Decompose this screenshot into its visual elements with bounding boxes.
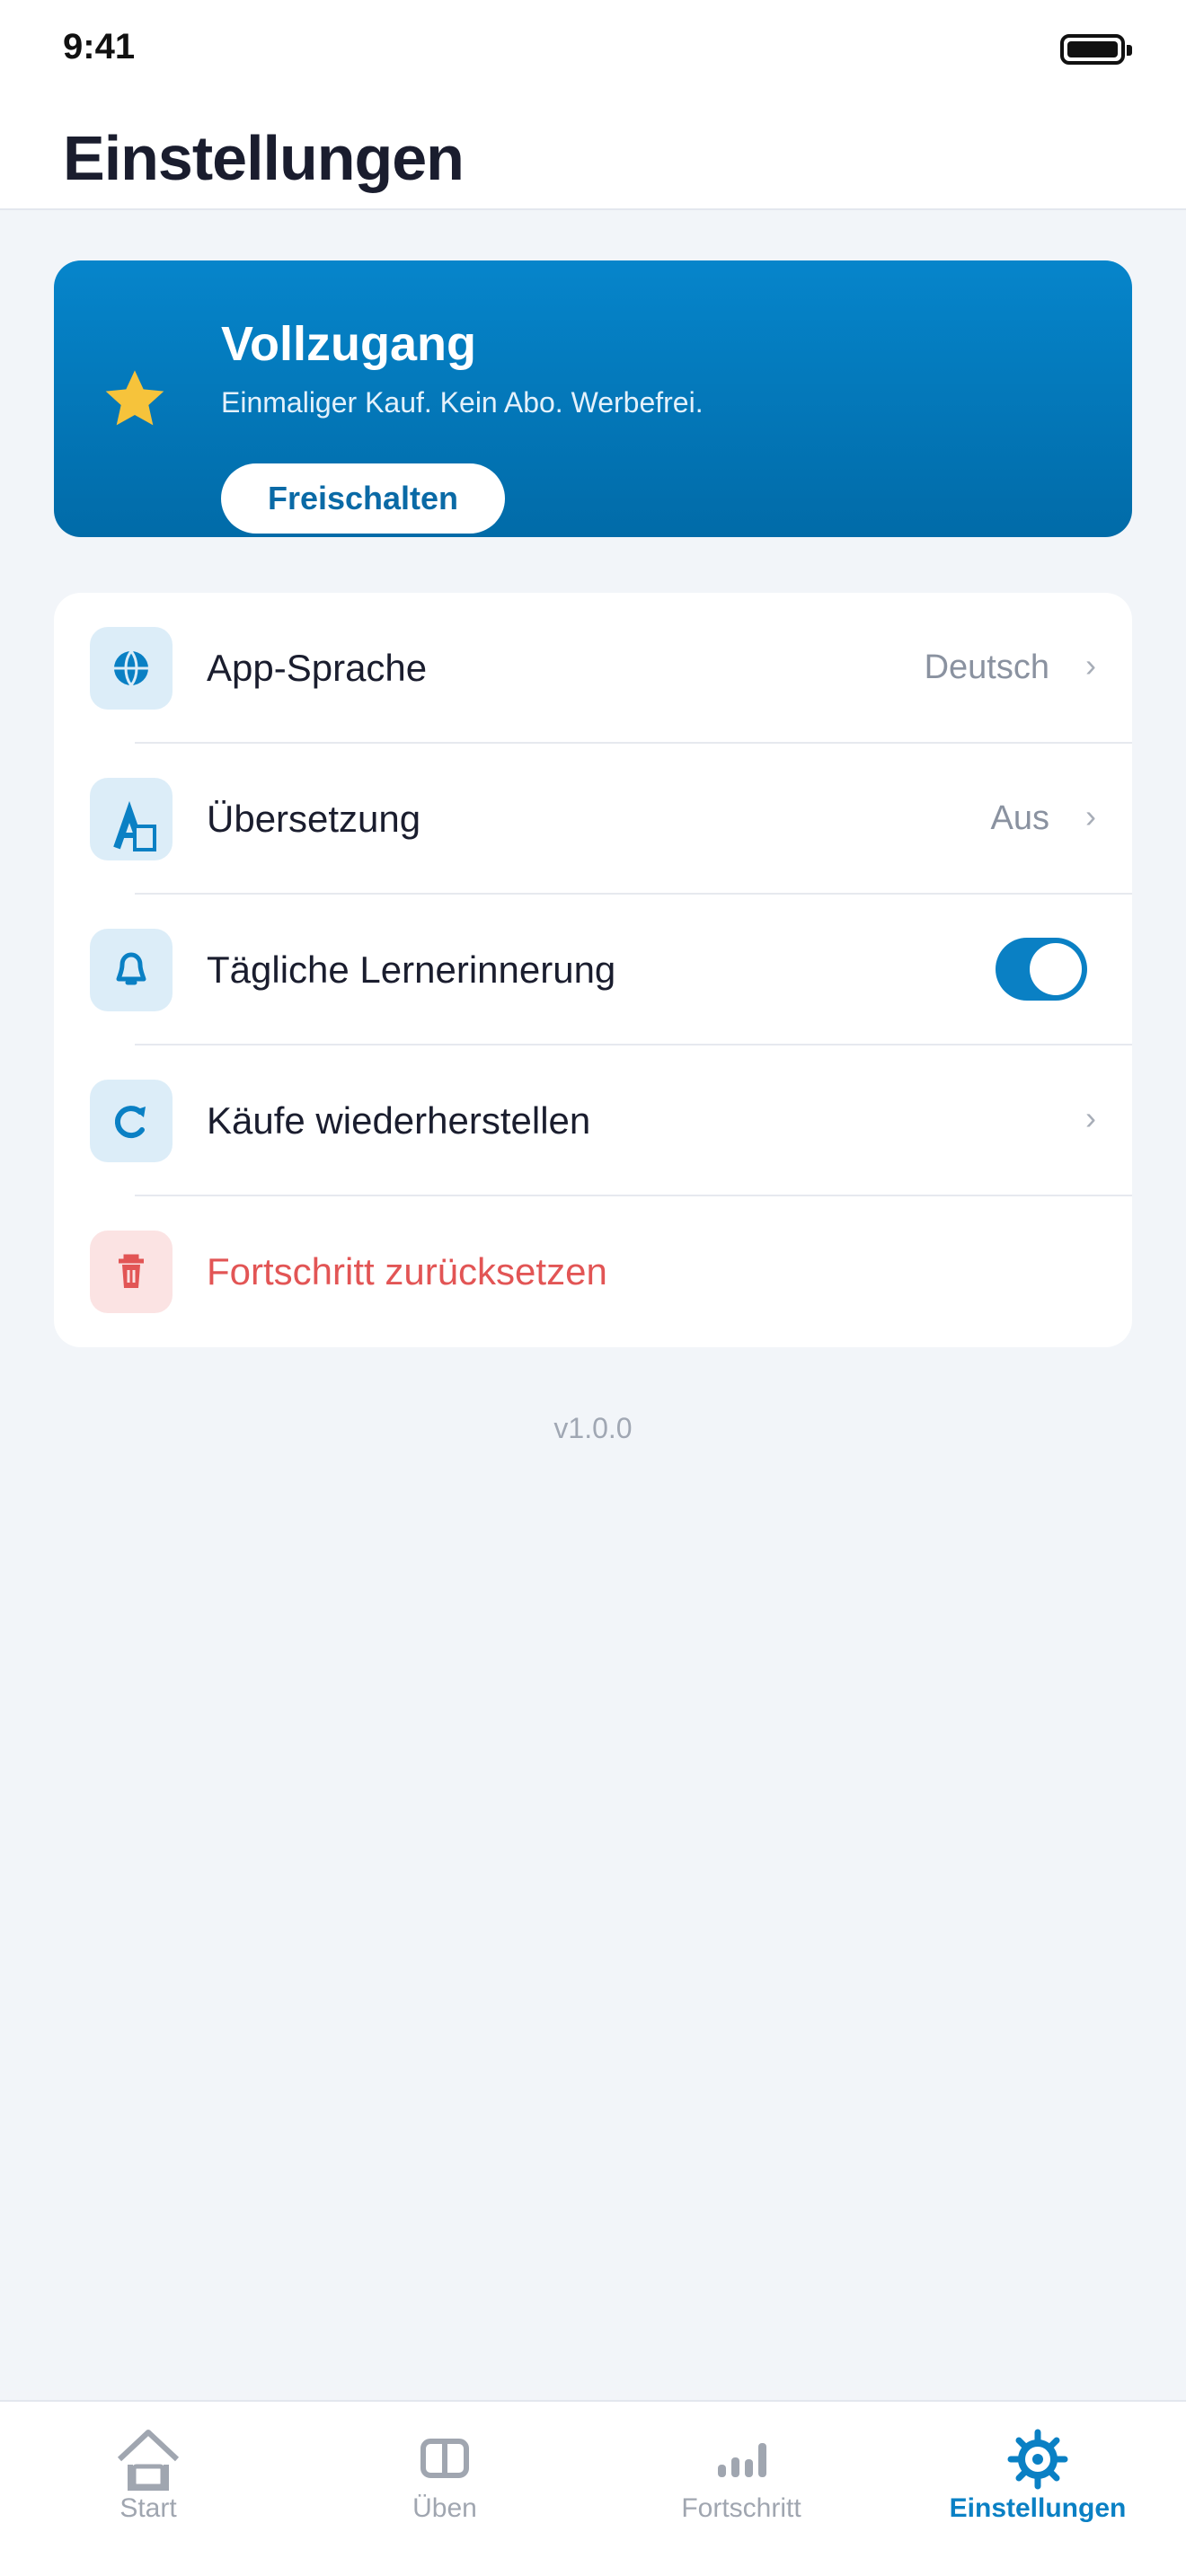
chevron-right-icon: ›: [1085, 1099, 1096, 1136]
tab-practice[interactable]: Üben: [296, 2402, 593, 2576]
icon-box: [90, 1080, 173, 1162]
tab-start[interactable]: Start: [0, 2402, 296, 2576]
setting-value: Deutsch: [924, 648, 1049, 686]
translate-icon: [113, 800, 156, 851]
icon-box: [90, 778, 173, 860]
globe-icon: [114, 650, 148, 686]
setting-row-daily-reminder: Tägliche Lernerinnerung: [54, 895, 1132, 1045]
tab-progress[interactable]: Fortschritt: [593, 2402, 890, 2576]
chevron-right-icon: ›: [1085, 647, 1096, 684]
tab-label: Fortschritt: [681, 2493, 801, 2523]
setting-label: Tägliche Lernerinnerung: [207, 948, 616, 991]
unlock-button[interactable]: Freischalten: [221, 463, 505, 534]
tab-bar: Start Üben Fortschritt Einstellungen: [0, 2400, 1186, 2576]
book-icon: [420, 2439, 469, 2478]
chevron-right-icon: ›: [1085, 798, 1096, 834]
gear-icon: [1007, 2429, 1068, 2490]
bell-icon: [116, 952, 146, 985]
settings-list: App-Sprache Deutsch › Übersetzung Aus ›: [54, 593, 1132, 1347]
setting-row-translation[interactable]: Übersetzung Aus ›: [54, 744, 1132, 895]
page-title: Einstellungen: [63, 123, 465, 193]
premium-card: Vollzugang Einmaliger Kauf. Kein Abo. We…: [54, 260, 1132, 537]
setting-label: Übersetzung: [207, 798, 421, 840]
icon-box: [90, 627, 173, 710]
tab-label: Start: [119, 2493, 177, 2523]
chart-icon: [718, 2443, 766, 2477]
header: 9:41 Einstellungen: [0, 0, 1186, 210]
tab-label: Üben: [412, 2493, 477, 2523]
icon-box: [90, 929, 173, 1011]
home-icon: [117, 2430, 180, 2491]
status-time: 9:41: [63, 27, 136, 66]
setting-label: Käufe wiederherstellen: [207, 1099, 591, 1142]
premium-title: Vollzugang: [221, 317, 476, 371]
icon-box: [90, 1231, 173, 1313]
trash-icon: [119, 1254, 144, 1288]
star-icon: [105, 370, 164, 426]
setting-value: Aus: [990, 799, 1049, 837]
app-version: v1.0.0: [553, 1412, 633, 1444]
tab-label: Einstellungen: [949, 2493, 1127, 2523]
setting-row-reset-progress[interactable]: Fortschritt zurücksetzen: [54, 1196, 1132, 1347]
setting-label: App-Sprache: [207, 647, 428, 689]
tab-settings[interactable]: Einstellungen: [890, 2402, 1186, 2576]
reminder-toggle[interactable]: [996, 938, 1087, 1001]
setting-row-app-language[interactable]: App-Sprache Deutsch ›: [54, 593, 1132, 744]
battery-icon: [1060, 34, 1132, 65]
setting-label: Fortschritt zurücksetzen: [207, 1250, 607, 1292]
restore-icon: [114, 1106, 146, 1139]
premium-subtitle: Einmaliger Kauf. Kein Abo. Werbefrei.: [221, 386, 704, 419]
setting-row-restore-purchases[interactable]: Käufe wiederherstellen ›: [54, 1045, 1132, 1196]
settings-screen: 9:41 Einstellungen Vollzugang Einmaliger…: [0, 0, 1186, 2576]
